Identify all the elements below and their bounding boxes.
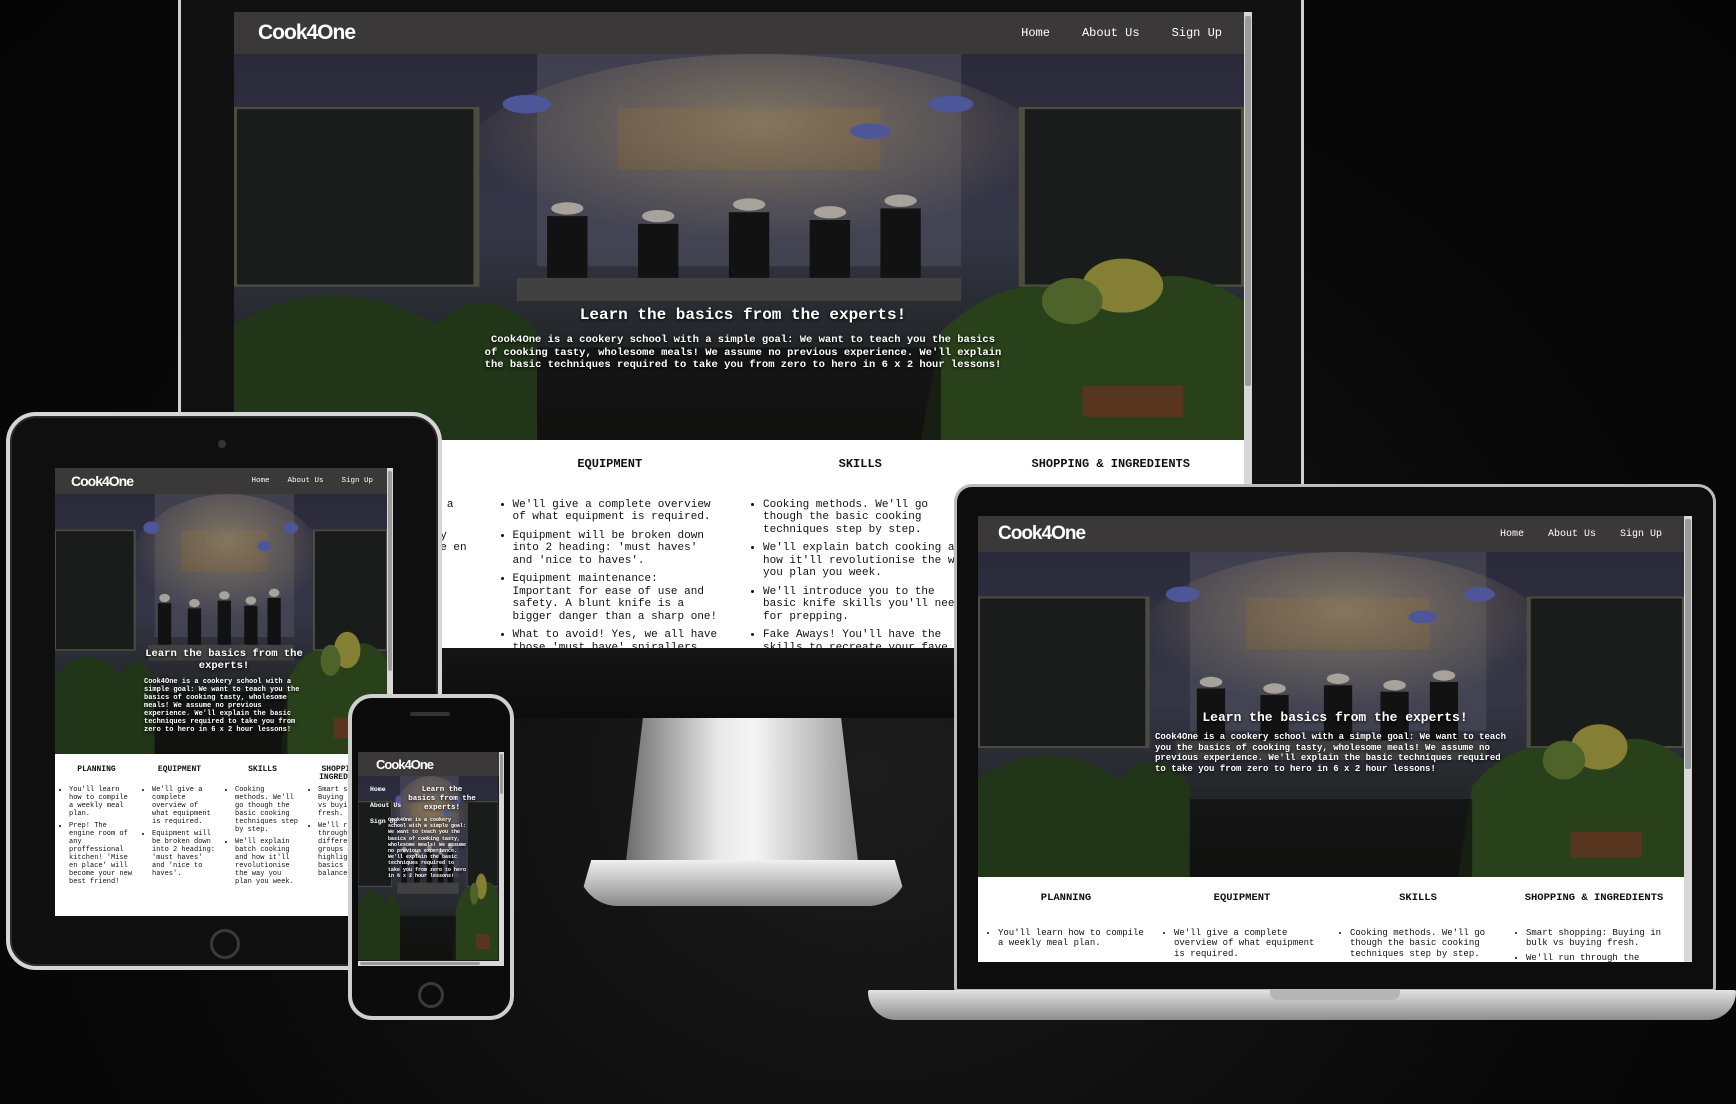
- list-item: We'll give a complete overview of what e…: [152, 786, 217, 826]
- hero-description: Cook4One is a cookery school with a simp…: [388, 817, 467, 879]
- nav-signup-link[interactable]: Sign Up: [341, 477, 373, 485]
- tablet-camera: [218, 440, 226, 448]
- feature-skills: SKILLS Cooking methods. We'll go though …: [1330, 893, 1506, 962]
- list-item: We'll run through the different food gro…: [1526, 953, 1672, 963]
- site-logo[interactable]: Cook4One: [376, 757, 434, 772]
- feature-planning: PLANNING You'll learn how to compile a w…: [978, 893, 1154, 962]
- nav-home-link[interactable]: Home: [1021, 26, 1050, 40]
- feature-equipment: EQUIPMENT We'll give a complete overview…: [138, 766, 221, 916]
- feature-planning-title: PLANNING: [1040, 892, 1092, 904]
- navbar: Cook4One Home About Us Sign Up: [234, 12, 1252, 54]
- features-section: PLANNING You'll learn how to compile a w…: [55, 754, 393, 916]
- laptop-site: Cook4One Home About Us Sign Up Learn the…: [978, 516, 1692, 962]
- laptop-notch: [1270, 990, 1400, 1000]
- hero-text: Learn the basics from the experts! Cook4…: [55, 648, 393, 734]
- hero-description: Cook4One is a cookery school with a simp…: [484, 334, 1002, 371]
- nav-home-link[interactable]: Home: [251, 477, 269, 485]
- feature-equipment-title: EQUIPMENT: [157, 765, 202, 774]
- site-logo[interactable]: Cook4One: [258, 21, 356, 45]
- feature-skills-title: SKILLS: [1399, 892, 1437, 904]
- hero-kitchen-image: [234, 54, 1244, 440]
- list-item: Equipment will be broken down into 2 hea…: [152, 830, 217, 878]
- nav-about-link[interactable]: About Us: [1548, 529, 1596, 540]
- navbar: Cook4One: [358, 752, 504, 776]
- scrollbar-thumb[interactable]: [500, 754, 503, 794]
- list-item: Equipment maintenance: Important for eas…: [513, 573, 720, 623]
- feature-skills: SKILLS Cooking methods. We'll go though …: [221, 766, 304, 916]
- feature-planning: PLANNING You'll learn how to compile a w…: [55, 766, 138, 916]
- scrollbar[interactable]: [499, 752, 504, 966]
- list-item: Cooking methods. We'll go though the bas…: [235, 786, 300, 834]
- feature-shopping: SHOPPING & INGREDIENTS Smart shopping: B…: [1506, 893, 1682, 962]
- hero-banner: Learn the basics from the experts! Cook4…: [55, 494, 393, 754]
- phone-home-button: [418, 982, 444, 1008]
- hero-banner: Home About Us Sign Up Learn the basics f…: [358, 776, 504, 960]
- hero-banner: Learn the basics from the experts! Cook4…: [978, 552, 1692, 877]
- horizontal-scrollbar[interactable]: [358, 961, 499, 966]
- navbar: Cook4One Home About Us Sign Up: [55, 468, 393, 494]
- scrollbar-thumb[interactable]: [1245, 16, 1251, 386]
- hero-description: Cook4One is a cookery school with a simp…: [1155, 732, 1507, 774]
- feature-equipment-title: EQUIPMENT: [577, 457, 643, 471]
- hero-text: Learn the basics from the experts! Cook4…: [234, 306, 1252, 372]
- list-item: Equipment will be broken down into 2 hea…: [513, 530, 720, 568]
- site-logo[interactable]: Cook4One: [998, 523, 1086, 545]
- feature-shopping-title: SHOPPING & INGREDIENTS: [1524, 892, 1664, 904]
- nav-signup-link[interactable]: Sign Up: [1620, 529, 1662, 540]
- hero-title: Learn the basics from the experts!: [579, 306, 907, 324]
- feature-equipment-title: EQUIPMENT: [1213, 892, 1271, 904]
- tablet-site: Cook4One Home About Us Sign Up Learn the…: [55, 468, 393, 916]
- feature-skills-title: SKILLS: [248, 765, 277, 774]
- list-item: Fake Aways! You'll have the skills to re…: [763, 629, 970, 648]
- phone-speaker: [410, 712, 450, 716]
- list-item: You'll learn how to compile a weekly mea…: [69, 786, 134, 818]
- scrollbar[interactable]: [1684, 516, 1692, 962]
- navbar: Cook4One Home About Us Sign Up: [978, 516, 1692, 552]
- list-item: We'll give a complete overview of what e…: [1174, 928, 1320, 960]
- features-section: PLANNING You'll learn how to compile a w…: [978, 877, 1692, 962]
- feature-equipment: EQUIPMENT We'll give a complete overview…: [1154, 893, 1330, 962]
- list-item: We'll introduce you to the basic knife s…: [763, 586, 970, 624]
- list-item: We'll explain batch cooking and how it'l…: [235, 838, 300, 886]
- list-item: Cooking methods. We'll go though the bas…: [1350, 928, 1496, 960]
- hero-text: Learn the basics from the experts! Cook4…: [978, 710, 1692, 774]
- nav-links: Home About Us Sign Up: [1500, 529, 1692, 540]
- list-item: Cooking methods. We'll go though the bas…: [763, 499, 970, 537]
- nav-about-link[interactable]: About Us: [287, 477, 323, 485]
- list-item: Prep! The engine room of any proffession…: [69, 822, 134, 886]
- list-item: What to avoid! Yes, we all have those 'm…: [513, 629, 720, 648]
- nav-home-link[interactable]: Home: [1500, 529, 1524, 540]
- feature-equipment: EQUIPMENT We'll give a complete overview…: [485, 458, 736, 648]
- nav-links: Home About Us Sign Up: [251, 477, 393, 485]
- monitor-stand: [624, 718, 860, 878]
- scrollbar-thumb[interactable]: [388, 471, 392, 671]
- scrollbar-thumb[interactable]: [1685, 519, 1691, 769]
- hero-banner: Learn the basics from the experts! Cook4…: [234, 54, 1252, 440]
- hero-title: Learn the basics from the experts!: [408, 786, 476, 812]
- list-item: Smart shopping: Buying in bulk vs buying…: [1526, 928, 1672, 949]
- nav-signup-link[interactable]: Sign Up: [1172, 26, 1222, 40]
- feature-shopping-title: SHOPPING & INGREDIENTS: [1031, 457, 1190, 471]
- feature-skills: SKILLS Cooking methods. We'll go though …: [735, 458, 986, 648]
- hero-description: Cook4One is a cookery school with a simp…: [144, 678, 300, 734]
- tablet-home-button: [210, 929, 240, 959]
- hero-title: Learn the basics from the experts!: [1202, 710, 1468, 725]
- feature-skills-title: SKILLS: [838, 457, 882, 471]
- nav-links: Home About Us Sign Up: [1021, 26, 1252, 40]
- nav-about-link[interactable]: About Us: [1082, 26, 1140, 40]
- hero-text: Learn the basics from the experts! Cook4…: [388, 786, 496, 879]
- monitor-stand-foot: [578, 860, 908, 906]
- list-item: We'll give a complete overview of what e…: [513, 499, 720, 524]
- list-item: You'll learn how to compile a weekly mea…: [998, 928, 1144, 949]
- hero-title: Learn the basics from the experts!: [145, 648, 303, 672]
- phone-site: Cook4One Home About Us Sign Up Learn the…: [358, 752, 504, 966]
- site-logo[interactable]: Cook4One: [71, 473, 134, 489]
- feature-planning-title: PLANNING: [77, 765, 116, 774]
- list-item: We'll explain batch cooking and how it'l…: [763, 542, 970, 580]
